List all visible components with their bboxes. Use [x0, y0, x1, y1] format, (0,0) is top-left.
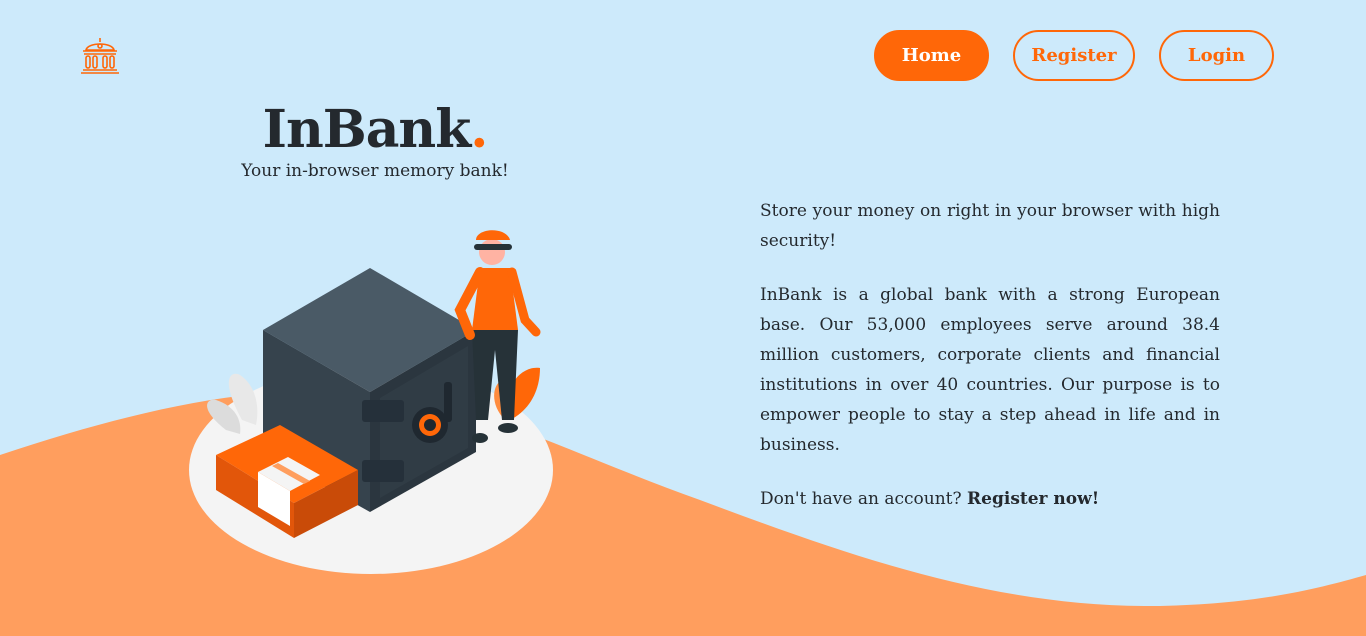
intro-section: Store your money on right in your browse…: [760, 196, 1220, 538]
intro-paragraph: Store your money on right in your browse…: [760, 201, 1220, 251]
brand-tagline: Your in-browser memory bank!: [241, 161, 509, 181]
cta-paragraph: Don't have an account? Register now!: [760, 484, 1220, 514]
home-button[interactable]: Home: [874, 30, 989, 81]
main-nav: Home Register Login: [0, 30, 1366, 81]
safe-guard-money-illustration: [189, 230, 553, 574]
cta-text: Don't have an account?: [760, 489, 962, 509]
page-title: InBank.: [180, 100, 570, 160]
brand-dot: .: [470, 99, 488, 160]
about-paragraph: InBank is a global bank with a strong Eu…: [760, 285, 1220, 455]
register-now-link[interactable]: Register now!: [967, 489, 1099, 509]
register-button[interactable]: Register: [1013, 30, 1135, 81]
login-button[interactable]: Login: [1159, 30, 1274, 81]
brand-name: InBank: [262, 99, 472, 160]
brand-block: InBank. Your in-browser memory bank!: [180, 100, 570, 182]
